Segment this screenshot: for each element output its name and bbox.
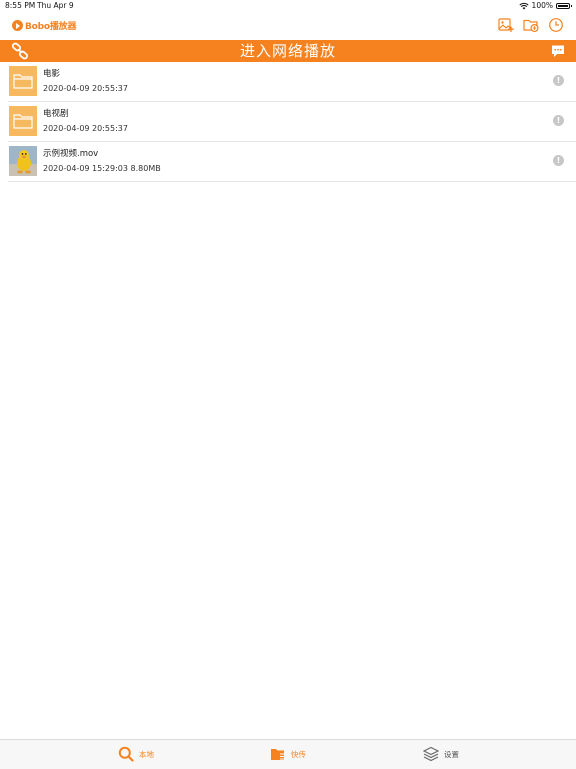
status-bar: 8:55 PM Thu Apr 9 100% bbox=[0, 0, 576, 12]
battery-percent: 100% bbox=[531, 1, 553, 10]
history-clock-icon[interactable] bbox=[548, 17, 564, 33]
info-icon[interactable]: ! bbox=[553, 155, 564, 166]
app-logo-text: Bobo播放器 bbox=[25, 22, 77, 32]
transfer-folder-icon bbox=[271, 749, 285, 760]
app-logo: Bobo播放器 bbox=[12, 19, 76, 32]
list-item-name: 电影 bbox=[43, 69, 61, 79]
tab-transfer[interactable]: 快传 bbox=[270, 746, 306, 762]
info-icon[interactable]: ! bbox=[553, 75, 564, 86]
add-image-icon[interactable] bbox=[498, 17, 514, 33]
list-item-name: 电视剧 bbox=[43, 109, 69, 119]
message-icon[interactable] bbox=[551, 44, 565, 58]
info-icon[interactable]: ! bbox=[553, 115, 564, 126]
play-logo-icon bbox=[12, 20, 23, 31]
list-item-meta: 2020-04-09 15:29:03 8.80MB bbox=[43, 164, 161, 173]
file-list: 电影 2020-04-09 20:55:37 ! 电视剧 2020-04-09 … bbox=[0, 62, 576, 182]
list-item[interactable]: 示例视频.mov 2020-04-09 15:29:03 8.80MB ! bbox=[8, 142, 576, 182]
tab-local-label: 本地 bbox=[139, 749, 154, 759]
list-item[interactable]: 电影 2020-04-09 20:55:37 ! bbox=[8, 62, 576, 102]
nav-actions bbox=[498, 17, 564, 33]
tab-settings-label: 设置 bbox=[444, 749, 459, 759]
video-thumbnail bbox=[9, 146, 37, 176]
banner-title: 进入网络播放 bbox=[239, 42, 336, 60]
tab-bar: 本地 快传 设置 bbox=[0, 739, 576, 769]
list-item[interactable]: 电视剧 2020-04-09 20:55:37 ! bbox=[8, 102, 576, 142]
tab-transfer-label: 快传 bbox=[291, 749, 306, 759]
tab-settings[interactable]: 设置 bbox=[423, 746, 459, 762]
layers-icon bbox=[423, 746, 439, 762]
network-play-banner[interactable]: 进入网络播放 bbox=[0, 40, 576, 62]
search-icon bbox=[118, 746, 134, 762]
list-item-meta: 2020-04-09 20:55:37 bbox=[43, 124, 128, 133]
folder-add-icon[interactable] bbox=[523, 17, 539, 33]
wifi-icon bbox=[518, 2, 529, 10]
list-item-meta: 2020-04-09 20:55:37 bbox=[43, 84, 128, 93]
folder-icon bbox=[9, 66, 37, 96]
tab-local[interactable]: 本地 bbox=[118, 746, 154, 762]
list-item-name: 示例视频.mov bbox=[43, 149, 99, 159]
folder-icon bbox=[9, 106, 37, 136]
navbar: Bobo播放器 bbox=[0, 12, 576, 40]
status-date: Thu Apr 9 bbox=[37, 1, 74, 10]
battery-icon bbox=[556, 3, 572, 9]
status-time: 8:55 PM bbox=[5, 1, 36, 10]
status-right: 100% bbox=[518, 0, 572, 12]
